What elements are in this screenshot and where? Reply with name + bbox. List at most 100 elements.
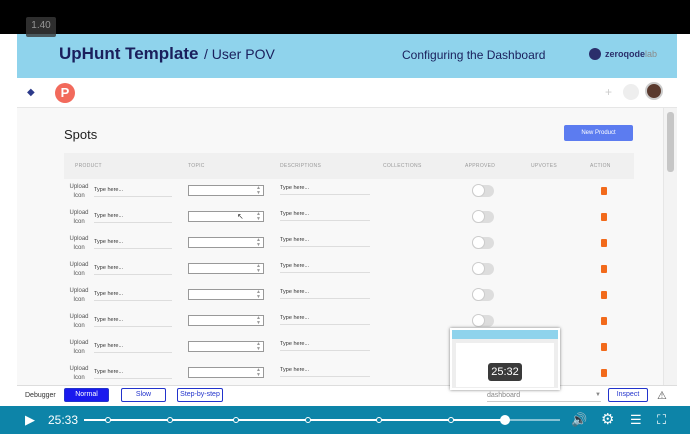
upload-icon-button[interactable]: Upload Icon [68, 261, 90, 279]
slow-mode-button[interactable]: Slow [121, 388, 166, 402]
topic-select[interactable]: ▲ ▼ [188, 263, 264, 274]
trash-icon[interactable] [601, 317, 607, 325]
topic-select[interactable]: ▲ ▼ [188, 289, 264, 300]
approved-toggle[interactable] [472, 210, 494, 223]
chapter-marker[interactable] [304, 417, 311, 423]
brand-name: zeroqode [605, 49, 646, 59]
normal-mode-button[interactable]: Normal [64, 388, 109, 402]
page-scrollbar[interactable] [663, 108, 677, 385]
chevron-updown-icon: ▲ ▼ [256, 185, 261, 196]
seek-bar-handle[interactable] [500, 415, 511, 425]
scrollbar-thumb[interactable] [667, 112, 674, 172]
chevron-updown-icon: ▲ ▼ [256, 289, 261, 300]
chapter-marker[interactable] [447, 417, 454, 423]
approved-toggle[interactable] [472, 236, 494, 249]
page-select-value: dashboard [487, 392, 521, 399]
description-input[interactable]: Type here... [280, 313, 370, 325]
video-frame: 1.40 UpHunt Template / User POV Configur… [0, 0, 690, 434]
chevron-updown-icon: ▲ ▼ [256, 263, 261, 274]
gear-icon[interactable]: ⚙ [601, 406, 614, 434]
description-input[interactable]: Type here... [280, 183, 370, 195]
product-name-input[interactable]: Type here... [94, 263, 172, 275]
step-by-step-button[interactable]: Step-by-step [177, 388, 223, 402]
left-letterbox [0, 34, 17, 406]
upload-icon-button[interactable]: Upload Icon [68, 183, 90, 201]
trash-icon[interactable] [601, 239, 607, 247]
topic-select[interactable]: ▲ ▼ [188, 341, 264, 352]
table-row: Upload Icon Type here... ▲ ▼ Type here... [64, 231, 634, 257]
header-topic: TOPIC [188, 163, 205, 169]
topic-select[interactable]: ▲ ▼ [188, 237, 264, 248]
approved-toggle[interactable] [472, 314, 494, 327]
product-name-input[interactable]: Type here... [94, 211, 172, 223]
product-name-input[interactable]: Type here... [94, 341, 172, 353]
trash-icon[interactable] [601, 213, 607, 221]
product-name-input[interactable]: Type here... [94, 289, 172, 301]
table-header: PRODUCT TOPIC DESCRIPTIONS COLLECTIONS A… [64, 153, 634, 179]
product-name-input[interactable]: Type here... [94, 367, 172, 379]
chevron-updown-icon: ▲ ▼ [256, 367, 261, 378]
zeroqode-brand: zeroqodelab [605, 49, 657, 59]
upload-icon-button[interactable]: Upload Icon [68, 339, 90, 357]
app-logo[interactable]: P [55, 83, 75, 103]
chapter-marker[interactable] [376, 417, 383, 423]
right-letterbox [677, 34, 690, 406]
upload-icon-button[interactable]: Upload Icon [68, 313, 90, 331]
trash-icon[interactable] [601, 265, 607, 273]
product-name-input[interactable]: Type here... [94, 315, 172, 327]
banner-title: UpHunt Template [59, 44, 199, 63]
dashboard-content: Spots New Product PRODUCT TOPIC DESCRIPT… [17, 108, 663, 385]
approved-toggle[interactable] [472, 262, 494, 275]
warning-icon[interactable]: ⚠ [657, 389, 667, 402]
avatar[interactable] [645, 82, 663, 100]
header-approved: APPROVED [465, 163, 496, 169]
inspect-button[interactable]: Inspect [608, 388, 648, 402]
product-name-input[interactable]: Type here... [94, 185, 172, 197]
banner-subtitle: / User POV [204, 46, 275, 62]
debugger-bar: Debugger Normal Slow Step-by-step dashbo… [17, 385, 677, 405]
chapter-marker[interactable] [166, 417, 173, 423]
description-input[interactable]: Type here... [280, 365, 370, 377]
table-row: Upload Icon Type here... ▲ ▼ Type here... [64, 205, 634, 231]
new-product-button[interactable]: New Product [564, 125, 633, 141]
topic-select[interactable]: ▲ ▼ [188, 315, 264, 326]
playback-speed-indicator: 1.40 [26, 17, 56, 37]
product-name-input[interactable]: Type here... [94, 237, 172, 249]
description-input[interactable]: Type here... [280, 235, 370, 247]
description-input[interactable]: Type here... [280, 261, 370, 273]
page-select[interactable]: dashboard ▼ [487, 390, 601, 402]
plus-icon[interactable]: + [605, 85, 612, 99]
approved-toggle[interactable] [472, 184, 494, 197]
topic-select[interactable]: ▲ ▼ [188, 211, 264, 222]
upload-icon-button[interactable]: Upload Icon [68, 209, 90, 227]
upload-icon-button[interactable]: Upload Icon [68, 235, 90, 253]
table-row: Upload Icon Type here... ▲ ▼ Type here... [64, 283, 634, 309]
trash-icon[interactable] [601, 343, 607, 351]
chapter-marker[interactable] [104, 417, 111, 423]
trash-icon[interactable] [601, 291, 607, 299]
trash-icon[interactable] [601, 187, 607, 195]
description-input[interactable]: Type here... [280, 287, 370, 299]
layers-icon[interactable]: ◆ [27, 87, 35, 98]
upload-icon-button[interactable]: Upload Icon [68, 365, 90, 383]
approved-toggle[interactable] [472, 288, 494, 301]
toggle-knob [472, 210, 485, 223]
list-icon[interactable]: ☰ [630, 406, 642, 434]
description-input[interactable]: Type here... [280, 209, 370, 221]
app-header: ◆ P + [17, 78, 677, 108]
seek-preview-thumbnail: 25:32 [450, 328, 560, 390]
chapter-marker[interactable] [233, 417, 240, 423]
notification-icon[interactable] [623, 84, 639, 100]
trash-icon[interactable] [601, 369, 607, 377]
seek-bar-progress [84, 419, 506, 421]
volume-icon[interactable]: 🔊 [571, 406, 587, 434]
header-product: PRODUCT [75, 163, 102, 169]
topic-select[interactable]: ▲ ▼ [188, 185, 264, 196]
upload-icon-button[interactable]: Upload Icon [68, 287, 90, 305]
fullscreen-icon[interactable]: ⛶ [657, 406, 666, 434]
description-input[interactable]: Type here... [280, 339, 370, 351]
play-icon[interactable]: ▶ [25, 406, 35, 434]
topic-select[interactable]: ▲ ▼ [188, 367, 264, 378]
toggle-knob [472, 184, 485, 197]
seek-bar[interactable] [84, 415, 560, 425]
